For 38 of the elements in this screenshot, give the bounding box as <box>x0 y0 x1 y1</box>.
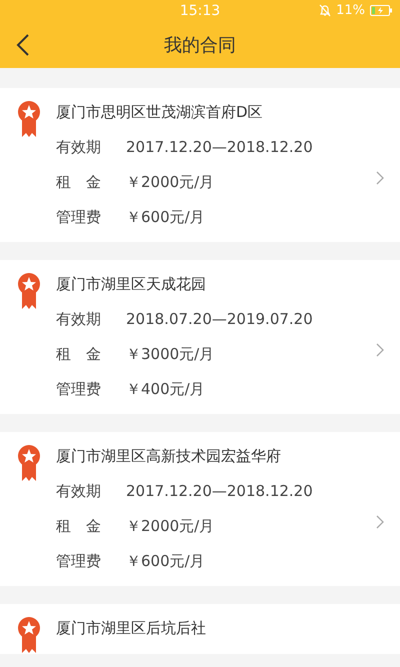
chevron-right-icon <box>376 515 384 529</box>
mute-icon <box>319 4 332 17</box>
field-value: 2018.07.20—2019.07.20 <box>126 309 313 330</box>
battery-icon <box>370 5 392 16</box>
medal-icon <box>17 444 41 482</box>
field-label: 租 金 <box>56 516 102 537</box>
chevron-right-icon <box>376 171 384 185</box>
field-label: 管理费 <box>56 551 102 572</box>
field-value: 2017.12.20—2018.12.20 <box>126 137 313 158</box>
status-time: 15:13 <box>180 3 220 19</box>
contract-card[interactable]: 厦门市湖里区高新技术园宏益华府 有效期 2017.12.20—2018.12.20 租 金 ￥2000元/月 管理费 ￥600元/月 <box>0 432 400 586</box>
field-label: 租 金 <box>56 344 102 365</box>
field-value: ￥600元/月 <box>126 551 205 572</box>
contract-address: 厦门市湖里区天成花园 <box>56 274 207 295</box>
battery-percent: 11% <box>336 3 365 18</box>
contract-address: 厦门市湖里区后坑后社 <box>56 618 206 639</box>
field-label: 有效期 <box>56 481 102 502</box>
contract-card[interactable]: 厦门市思明区世茂湖滨首府D区 有效期 2017.12.20—2018.12.20 租 金 ￥2000元/月 管理费 ￥600元/月 <box>0 88 400 242</box>
medal-icon <box>17 616 41 654</box>
contract-card[interactable]: 厦门市湖里区后坑后社 <box>0 604 400 654</box>
chevron-right-icon <box>376 343 384 357</box>
field-value: ￥2000元/月 <box>126 172 214 193</box>
contract-address: 厦门市思明区世茂湖滨首府D区 <box>56 102 264 123</box>
contract-card[interactable]: 厦门市湖里区天成花园 有效期 2018.07.20—2019.07.20 租 金 ￥3000元/月 管理费 ￥400元/月 <box>0 260 400 414</box>
field-label: 有效期 <box>56 309 102 330</box>
medal-icon <box>17 272 41 310</box>
contract-address: 厦门市湖里区高新技术园宏益华府 <box>56 446 282 467</box>
field-value: ￥3000元/月 <box>126 344 214 365</box>
medal-icon <box>17 100 41 138</box>
field-value: ￥600元/月 <box>126 207 205 228</box>
field-label: 管理费 <box>56 379 102 400</box>
field-label: 租 金 <box>56 172 102 193</box>
field-value: ￥400元/月 <box>126 379 205 400</box>
page-title: 我的合同 <box>164 34 236 57</box>
field-label: 有效期 <box>56 137 102 158</box>
field-value: ￥2000元/月 <box>126 516 214 537</box>
field-label: 管理费 <box>56 207 102 228</box>
field-value: 2017.12.20—2018.12.20 <box>126 481 313 502</box>
